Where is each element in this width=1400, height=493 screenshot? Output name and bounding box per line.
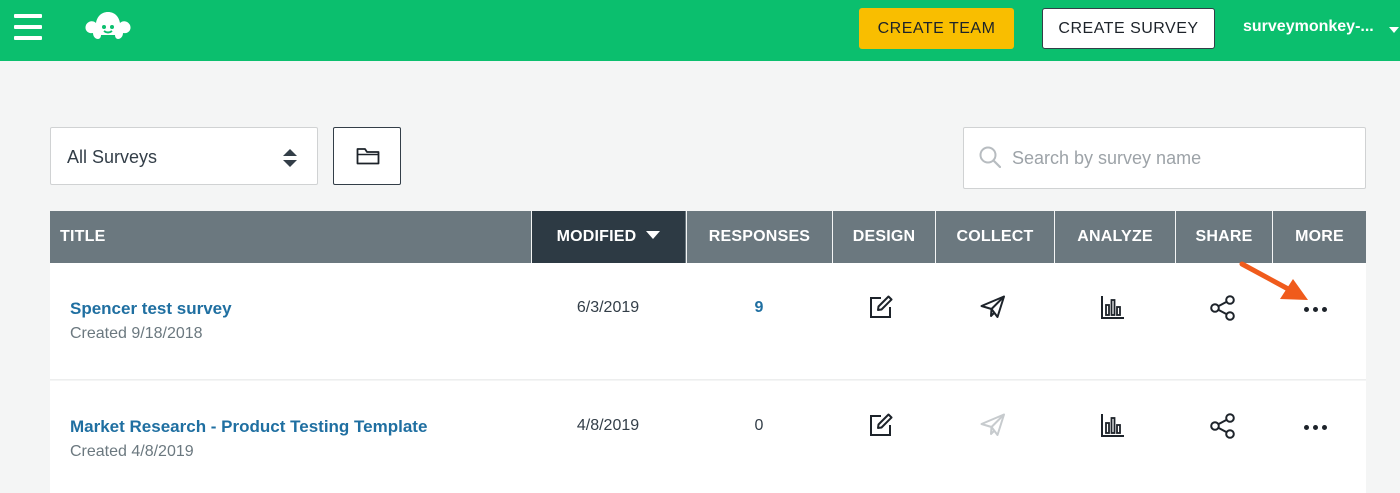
table-row: Market Research - Product Testing Templa… bbox=[50, 381, 1366, 493]
paper-plane-icon bbox=[980, 413, 1005, 436]
edit-icon bbox=[870, 413, 893, 436]
column-header-design: DESIGN bbox=[832, 211, 935, 263]
search-input[interactable] bbox=[1012, 142, 1352, 174]
folder-icon bbox=[356, 148, 380, 165]
share-icon bbox=[1210, 413, 1235, 439]
folder-button[interactable] bbox=[333, 127, 401, 185]
more-options-button[interactable] bbox=[1304, 425, 1327, 430]
top-navigation-bar: CREATE TEAM CREATE SURVEY surveymonkey-.… bbox=[0, 0, 1400, 61]
table-row: Spencer test survey Created 9/18/2018 6/… bbox=[50, 263, 1366, 380]
more-dots-icon bbox=[1304, 307, 1327, 312]
column-header-responses[interactable]: RESPONSES bbox=[686, 211, 832, 263]
column-header-title[interactable]: TITLE bbox=[50, 211, 530, 263]
share-survey-button[interactable] bbox=[1210, 413, 1236, 444]
collect-responses-button-disabled bbox=[980, 413, 1006, 442]
user-account-menu[interactable]: surveymonkey-... bbox=[1243, 18, 1374, 40]
column-header-modified-label: MODIFIED bbox=[556, 228, 637, 245]
bar-chart-icon bbox=[1101, 296, 1124, 319]
sort-arrows-icon bbox=[283, 149, 297, 167]
design-survey-button[interactable] bbox=[869, 413, 893, 442]
survey-responses-count[interactable]: 9 bbox=[686, 299, 832, 317]
bar-chart-icon bbox=[1101, 414, 1124, 437]
create-survey-button[interactable]: CREATE SURVEY bbox=[1042, 8, 1215, 49]
survey-title-link[interactable]: Market Research - Product Testing Templa… bbox=[70, 417, 427, 437]
column-header-collect: COLLECT bbox=[935, 211, 1054, 263]
design-survey-button[interactable] bbox=[869, 295, 893, 324]
survey-responses-count: 0 bbox=[754, 417, 764, 434]
surveymonkey-logo[interactable] bbox=[82, 6, 134, 42]
survey-table-header: TITLE MODIFIED RESPONSES DESIGN COLLECT … bbox=[50, 211, 1366, 263]
column-header-more: MORE bbox=[1272, 211, 1366, 263]
survey-created-date: Created 9/18/2018 bbox=[70, 325, 203, 342]
collect-responses-button[interactable] bbox=[980, 295, 1006, 324]
survey-modified-date: 6/3/2019 bbox=[576, 299, 640, 316]
analyze-results-button[interactable] bbox=[1101, 295, 1125, 324]
paper-plane-icon bbox=[980, 295, 1005, 318]
edit-icon bbox=[870, 295, 893, 318]
survey-filter-value: All Surveys bbox=[67, 147, 158, 167]
sort-descending-icon bbox=[646, 231, 661, 240]
survey-title-link[interactable]: Spencer test survey bbox=[70, 299, 232, 319]
column-header-analyze: ANALYZE bbox=[1054, 211, 1175, 263]
column-header-modified[interactable]: MODIFIED bbox=[531, 211, 685, 263]
search-icon bbox=[979, 146, 1001, 168]
analyze-results-button[interactable] bbox=[1101, 413, 1125, 442]
survey-search[interactable] bbox=[963, 127, 1366, 189]
survey-created-date: Created 4/8/2019 bbox=[70, 443, 194, 460]
more-dots-icon bbox=[1304, 425, 1327, 430]
column-header-share: SHARE bbox=[1175, 211, 1272, 263]
more-options-button[interactable] bbox=[1304, 307, 1327, 312]
share-survey-button[interactable] bbox=[1210, 295, 1236, 326]
survey-filter-select[interactable]: All Surveys bbox=[50, 127, 318, 185]
annotation-arrow bbox=[1239, 261, 1308, 300]
create-team-button[interactable]: CREATE TEAM bbox=[859, 8, 1014, 49]
caret-down-icon[interactable] bbox=[1389, 27, 1399, 33]
survey-modified-date: 4/8/2019 bbox=[576, 417, 640, 434]
share-icon bbox=[1210, 295, 1235, 321]
menu-icon[interactable] bbox=[14, 14, 42, 40]
